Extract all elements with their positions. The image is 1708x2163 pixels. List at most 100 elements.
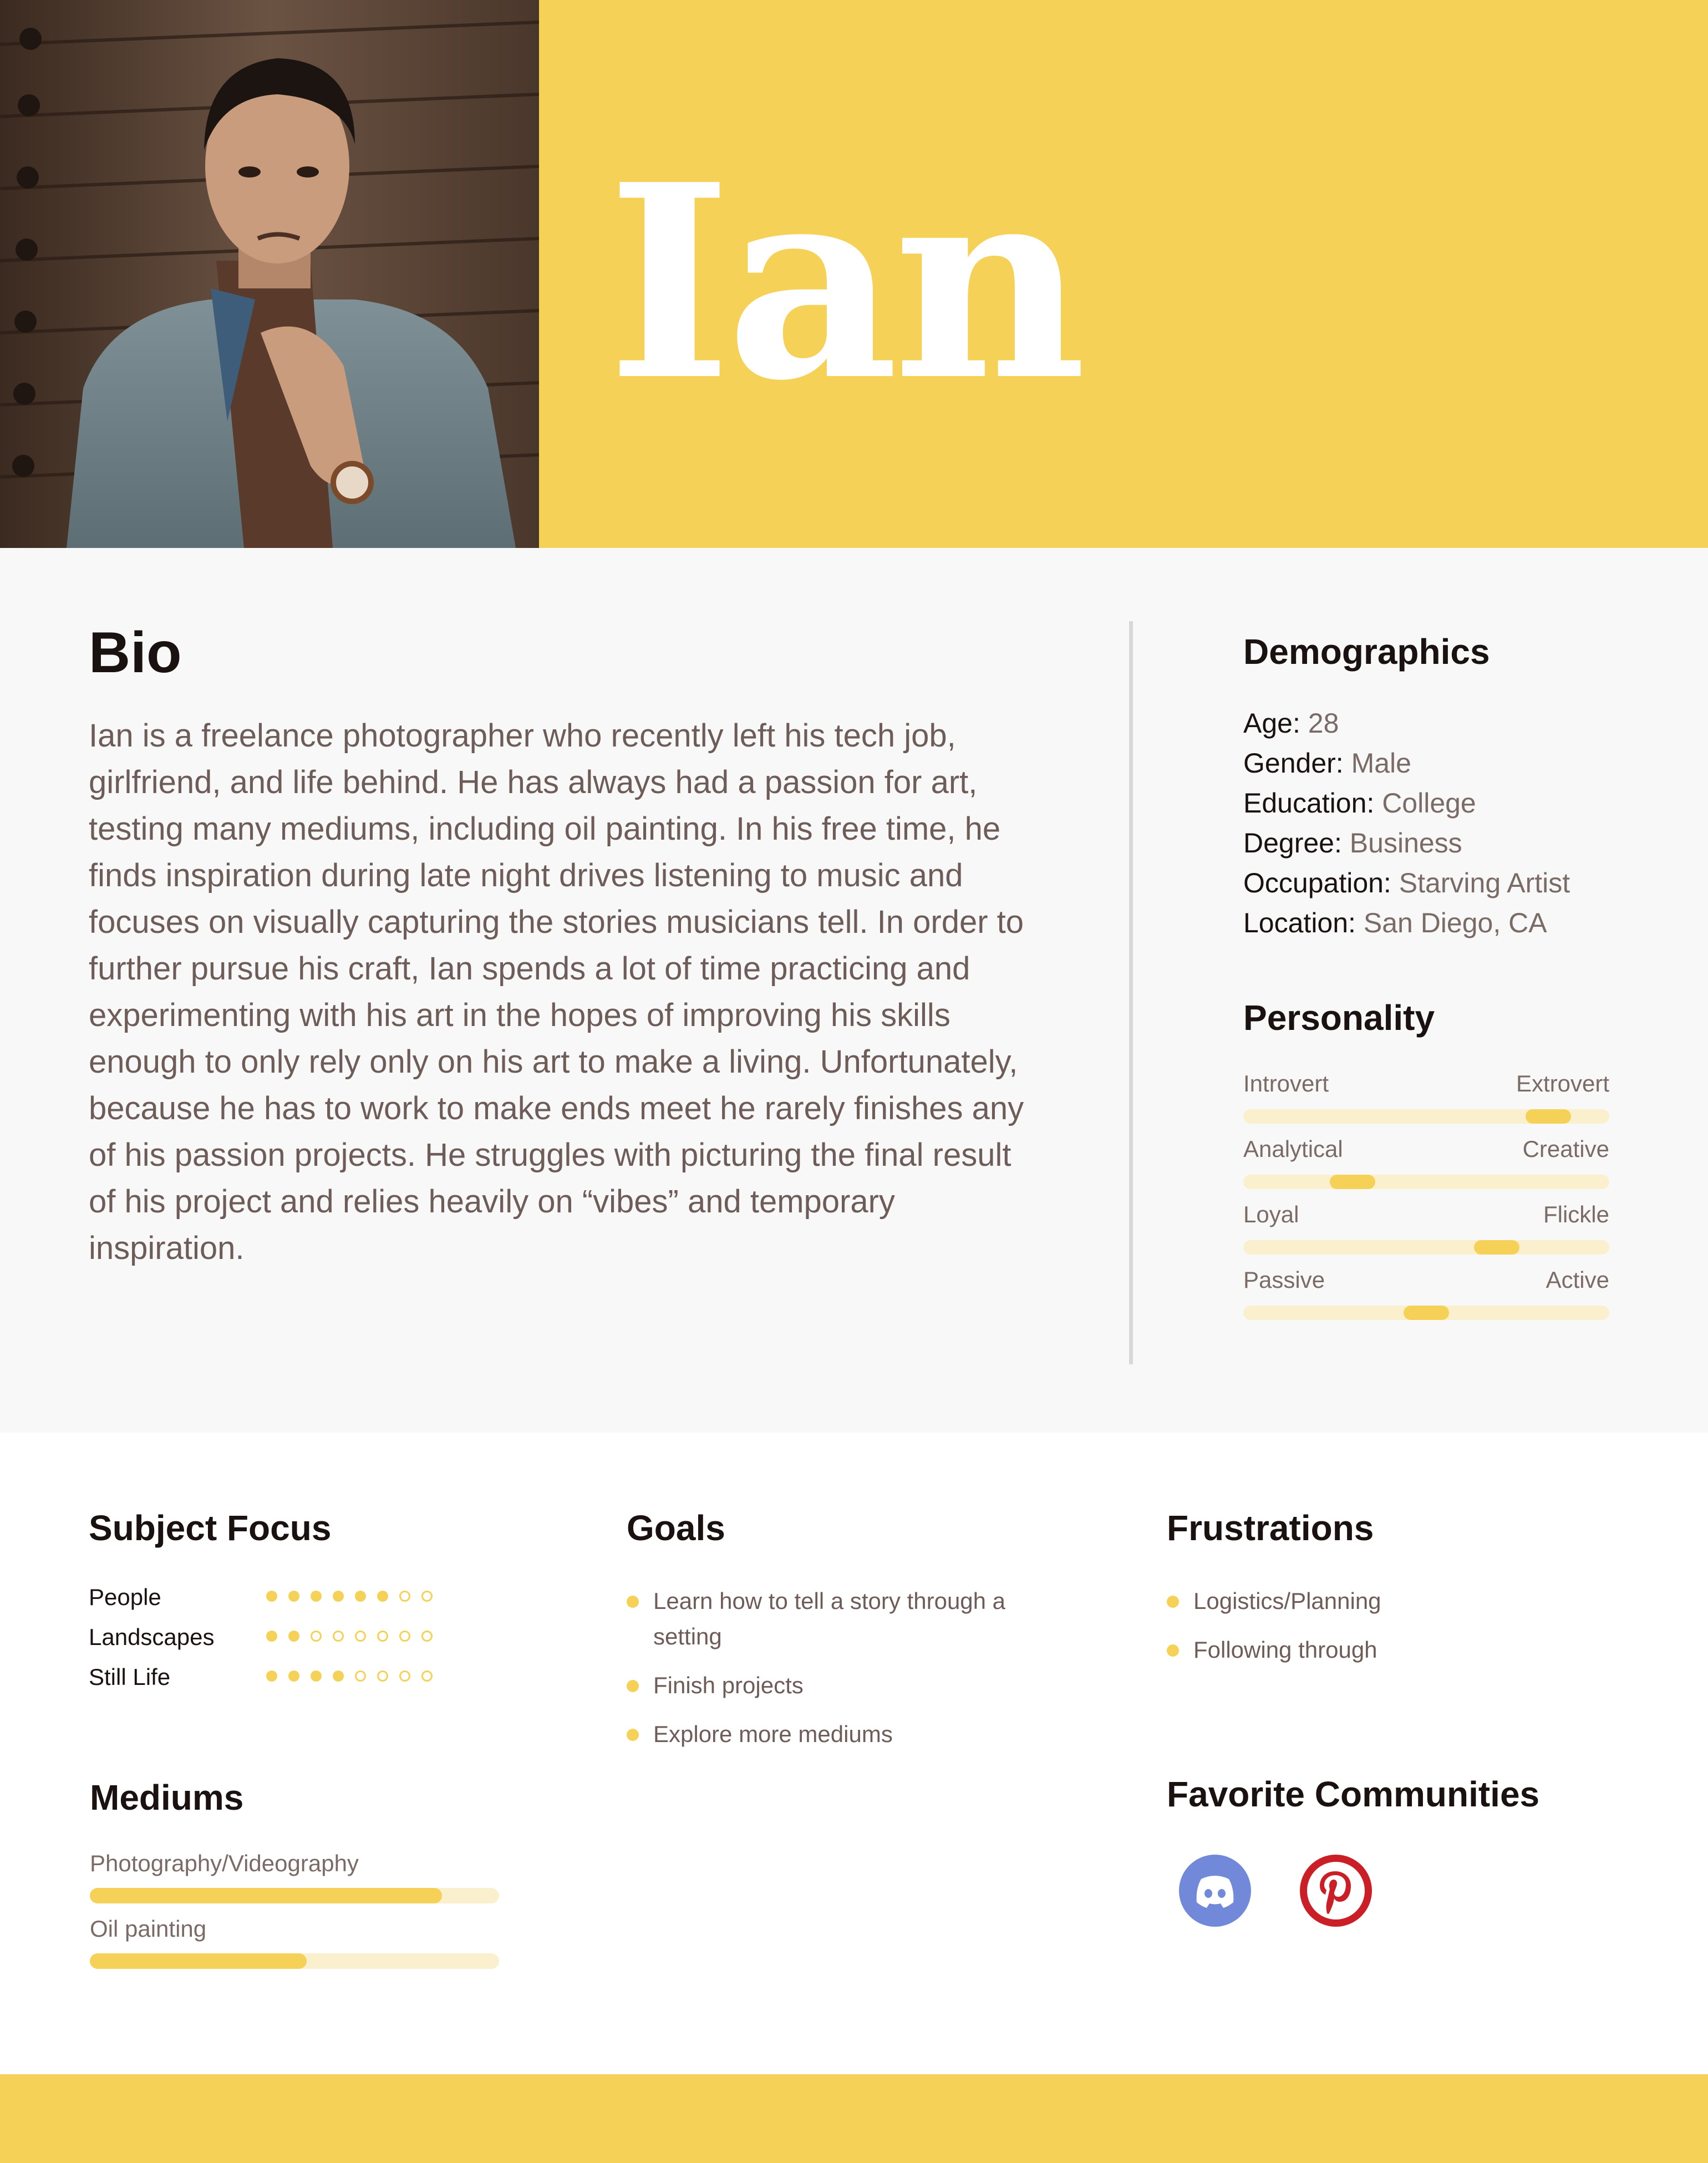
medium-progress-fill [90,1888,442,1903]
rating-dot-empty [399,1671,410,1682]
subject-focus-title: Subject Focus [89,1508,332,1548]
demographics-value: San Diego, CA [1363,907,1547,938]
rating-dot-filled [355,1591,366,1602]
rating-dot-empty [377,1631,388,1642]
bio-title: Bio [89,621,182,685]
bio-text: Ian is a freelance photographer who rece… [89,718,1024,1266]
medium-row-photography: Photography/Videography [90,1847,499,1912]
demographics-value: Starving Artist [1399,867,1570,898]
rating-dot-empty [377,1671,388,1682]
trait-right-label: Active [1546,1267,1609,1293]
subject-focus-list: People Landscapes Still Life [89,1581,455,1700]
rating-dot-empty [333,1631,344,1642]
subject-focus-row-still-life: Still Life [89,1661,455,1700]
personality-list: Introvert Extrovert Analytical Creative … [1243,1070,1609,1332]
rating-dot-filled [333,1591,344,1602]
rating-dots [266,1631,444,1644]
goal-text: Finish projects [653,1672,804,1698]
trait-slider-knob [1330,1175,1375,1189]
bullet-icon [1167,1644,1179,1657]
rating-dot-filled [311,1671,322,1682]
demographics-label: Age: [1243,708,1300,739]
rating-dot-filled [377,1591,388,1602]
medium-label: Photography/Videography [90,1850,359,1876]
trait-slider-track [1243,1306,1609,1320]
trait-left-label: Loyal [1243,1201,1299,1227]
rating-dot-filled [288,1631,299,1642]
demographics-row-degree: Degree: Business [1243,823,1687,863]
trait-slider-track [1243,1240,1609,1255]
list-item: Explore more mediums [627,1717,1070,1752]
frustrations-list: Logistics/Planning Following through [1167,1583,1621,1681]
rating-dot-empty [421,1631,433,1642]
mediums-title: Mediums [90,1778,244,1817]
rating-dot-empty [421,1671,433,1682]
bullet-icon [627,1680,639,1692]
favorite-communities-icons [1179,1855,1401,1927]
trait-loyal-flickle: Loyal Flickle [1243,1201,1609,1267]
demographics-row-occupation: Occupation: Starving Artist [1243,863,1687,903]
subject-focus-label: People [89,1584,161,1610]
demographics-label: Education: [1243,788,1375,819]
bullet-icon [627,1596,639,1608]
rating-dot-filled [266,1591,277,1602]
subject-focus-label: Still Life [89,1664,171,1690]
rating-dot-filled [288,1591,299,1602]
demographics-row-education: Education: College [1243,783,1687,823]
rating-dot-empty [311,1631,322,1642]
rating-dot-empty [399,1591,410,1602]
goal-text: Explore more mediums [653,1721,893,1747]
demographics-value: Business [1349,827,1462,859]
trait-passive-active: Passive Active [1243,1267,1609,1332]
footer-bar [0,2074,1708,2163]
demographics-label: Degree: [1243,827,1342,859]
persona-name: Ian [607,126,1087,439]
vertical-divider [1129,621,1133,1364]
medium-row-oil-painting: Oil painting [90,1912,499,1978]
rating-dot-empty [421,1591,433,1602]
list-item: Following through [1167,1632,1621,1668]
rating-dot-filled [333,1671,344,1682]
frustrations-title: Frustrations [1167,1508,1374,1548]
personality-title: Personality [1243,998,1435,1038]
demographics-value: College [1382,788,1476,819]
mediums-list: Photography/Videography Oil painting [90,1847,499,1978]
trait-left-label: Analytical [1243,1136,1343,1162]
demographics-value: 28 [1308,708,1339,739]
bullet-icon [1167,1596,1179,1608]
goals-list: Learn how to tell a story through a sett… [627,1583,1070,1765]
demographics-row-location: Location: San Diego, CA [1243,903,1687,943]
trait-right-label: Creative [1522,1136,1609,1162]
trait-analytical-creative: Analytical Creative [1243,1136,1609,1201]
discord-icon[interactable] [1179,1855,1251,1927]
subject-focus-label: Landscapes [89,1624,215,1650]
demographics-label: Gender: [1243,748,1344,779]
goals-title: Goals [627,1508,725,1548]
list-item: Learn how to tell a story through a sett… [627,1583,1070,1654]
demographics-label: Occupation: [1243,867,1391,898]
trait-slider-knob [1404,1306,1449,1320]
frustration-text: Following through [1193,1637,1377,1663]
bullet-icon [627,1729,639,1741]
subject-focus-row-people: People [89,1581,455,1621]
trait-slider-knob [1526,1109,1571,1124]
persona-photo [0,0,539,548]
rating-dots [266,1591,444,1604]
demographics-row-age: Age: 28 [1243,703,1687,743]
trait-right-label: Flickle [1543,1201,1609,1227]
trait-right-label: Extrovert [1516,1070,1609,1096]
frustration-text: Logistics/Planning [1193,1588,1381,1614]
trait-slider-track [1243,1109,1609,1124]
trait-slider-track [1243,1175,1609,1189]
rating-dot-filled [266,1631,277,1642]
demographics-list: Age: 28 Gender: Male Education: College … [1243,703,1687,943]
rating-dots [266,1671,444,1684]
favorite-communities-title: Favorite Communities [1167,1774,1540,1814]
medium-progress-track [90,1888,499,1903]
demographics-title: Demographics [1243,632,1490,672]
rating-dot-empty [355,1631,366,1642]
rating-dot-empty [355,1671,366,1682]
pinterest-icon[interactable] [1300,1855,1372,1927]
trait-left-label: Introvert [1243,1070,1329,1096]
list-item: Logistics/Planning [1167,1583,1621,1619]
